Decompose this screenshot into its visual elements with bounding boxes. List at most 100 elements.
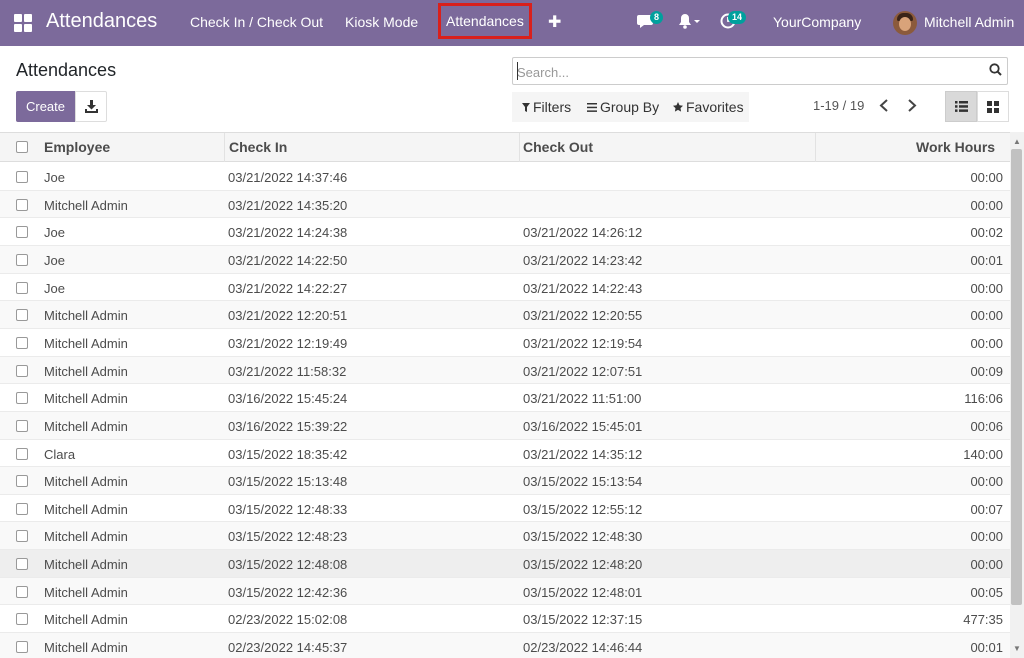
favorites-button[interactable]: Favorites (673, 99, 744, 115)
row-checkbox[interactable] (16, 336, 28, 349)
table-row[interactable]: Mitchell Admin 03/15/2022 12:42:36 03/15/2… (0, 577, 1010, 606)
table-row[interactable]: Joe 03/21/2022 14:22:27 03/21/2022 14:22:4… (0, 274, 1010, 302)
table-row[interactable]: Mitchell Admin 03/21/2022 12:19:49 03/21/2… (0, 329, 1010, 357)
cell-check-out: 03/15/2022 12:48:01 (523, 584, 643, 600)
chevron-left-icon[interactable] (879, 99, 889, 115)
table-row[interactable]: Mitchell Admin 03/15/2022 12:48:33 03/15/2… (0, 495, 1010, 523)
header-employee[interactable]: Employee (44, 139, 110, 155)
row-checkbox[interactable] (16, 198, 28, 211)
cell-check-in: 03/16/2022 15:45:24 (228, 391, 348, 407)
table-row[interactable]: Mitchell Admin 03/16/2022 15:45:24 03/21/2… (0, 384, 1010, 412)
pager-value[interactable]: 1-19 / 19 (813, 98, 864, 113)
activities-badge: 14 (728, 11, 747, 24)
plus-icon[interactable]: ✚ (548, 12, 561, 32)
cell-work-hours: 00:07 (970, 501, 1003, 517)
cell-employee: Mitchell Admin (44, 308, 128, 324)
table-row[interactable]: Joe 03/21/2022 14:22:50 03/21/2022 14:23:4… (0, 245, 1010, 274)
cell-work-hours: 477:35 (963, 612, 1003, 628)
table-row[interactable]: Mitchell Admin 02/23/2022 14:45:37 02/23/2… (0, 633, 1010, 658)
row-checkbox[interactable] (16, 447, 28, 460)
row-checkbox[interactable] (16, 502, 28, 515)
scroll-down-arrow[interactable]: ▼ (1013, 644, 1021, 653)
cell-employee: Mitchell Admin (44, 335, 128, 351)
list-view-icon (955, 101, 968, 112)
row-checkbox[interactable] (16, 641, 28, 654)
table-row[interactable]: Mitchell Admin 03/21/2022 14:35:20 00:00 (0, 190, 1010, 219)
cell-check-in: 03/21/2022 14:22:27 (228, 280, 348, 296)
cell-work-hours: 00:06 (970, 418, 1003, 434)
cell-check-out: 03/21/2022 14:35:12 (523, 446, 643, 462)
group-by-button[interactable]: Group By (587, 99, 659, 115)
row-checkbox[interactable] (16, 613, 28, 626)
search-icon[interactable] (989, 63, 1002, 79)
row-checkbox[interactable] (16, 226, 28, 239)
column-divider[interactable] (224, 133, 225, 162)
list-view-button[interactable] (945, 91, 977, 122)
column-divider[interactable] (519, 133, 520, 162)
table-row[interactable]: Mitchell Admin 03/15/2022 15:13:48 03/15/2… (0, 467, 1010, 495)
row-checkbox[interactable] (16, 475, 28, 488)
table-row[interactable]: Clara 03/15/2022 18:35:42 03/21/2022 14:35… (0, 440, 1010, 468)
search-box[interactable] (512, 57, 1008, 85)
cell-check-out: 03/15/2022 12:37:15 (523, 612, 643, 628)
cell-work-hours: 00:00 (970, 170, 1003, 185)
table-row[interactable]: Joe 03/21/2022 14:37:46 00:00 (0, 163, 1010, 191)
table-row[interactable]: Mitchell Admin 02/23/2022 15:02:08 03/15/2… (0, 605, 1010, 634)
menu-check-in-check-out[interactable]: Check In / Check Out (190, 14, 323, 30)
cell-employee: Joe (44, 280, 65, 296)
user-avatar[interactable] (893, 11, 917, 35)
create-button[interactable]: Create (16, 91, 75, 122)
scrollbar-thumb[interactable] (1011, 149, 1022, 605)
cell-employee: Mitchell Admin (44, 501, 128, 517)
row-checkbox[interactable] (16, 309, 28, 322)
bell-icon[interactable] (678, 13, 700, 32)
row-checkbox[interactable] (16, 392, 28, 405)
apps-menu-icon[interactable] (14, 14, 32, 32)
cell-check-in: 03/21/2022 12:19:49 (228, 335, 348, 351)
header-work-hours[interactable]: Work Hours (916, 139, 995, 155)
messages-badge: 8 (650, 11, 664, 24)
table-row[interactable]: Joe 03/21/2022 14:24:38 03/21/2022 14:26:1… (0, 218, 1010, 246)
row-checkbox[interactable] (16, 530, 28, 543)
select-all-checkbox[interactable] (16, 141, 28, 153)
cell-employee: Joe (44, 252, 65, 268)
cell-check-out: 03/21/2022 14:23:42 (523, 252, 643, 268)
row-checkbox[interactable] (16, 585, 28, 598)
user-menu[interactable]: Mitchell Admin (924, 14, 1014, 30)
company-switcher[interactable]: YourCompany (773, 14, 861, 30)
row-checkbox[interactable] (16, 364, 28, 377)
menu-kiosk-mode[interactable]: Kiosk Mode (345, 14, 418, 30)
cell-employee: Mitchell Admin (44, 584, 128, 600)
star-icon (673, 102, 683, 112)
cell-check-in: 02/23/2022 15:02:08 (228, 612, 348, 628)
header-check-out[interactable]: Check Out (523, 139, 593, 155)
row-checkbox[interactable] (16, 281, 28, 294)
download-button[interactable] (75, 91, 107, 122)
cell-check-in: 03/15/2022 15:13:48 (228, 474, 348, 490)
search-input[interactable] (517, 62, 977, 82)
table-row[interactable]: Mitchell Admin 03/16/2022 15:39:22 03/16/2… (0, 411, 1010, 440)
cell-employee: Mitchell Admin (44, 391, 128, 407)
row-checkbox[interactable] (16, 558, 28, 571)
kanban-view-button[interactable] (977, 91, 1009, 122)
cell-check-in: 03/16/2022 15:39:22 (228, 418, 348, 434)
cell-work-hours: 00:00 (970, 529, 1003, 545)
column-divider[interactable] (815, 133, 816, 162)
filters-button[interactable]: Filters (522, 99, 571, 115)
table-row[interactable]: Mitchell Admin 03/15/2022 12:48:08 03/15/2… (0, 550, 1010, 578)
cell-work-hours: 00:01 (970, 252, 1003, 268)
row-checkbox[interactable] (16, 419, 28, 432)
header-check-in[interactable]: Check In (229, 139, 287, 155)
table-row[interactable]: Mitchell Admin 03/21/2022 12:20:51 03/21/2… (0, 301, 1010, 329)
table-row[interactable]: Mitchell Admin 03/21/2022 11:58:32 03/21/2… (0, 356, 1010, 385)
app-brand[interactable]: Attendances (46, 10, 157, 33)
row-checkbox[interactable] (16, 253, 28, 266)
table-row[interactable]: Mitchell Admin 03/15/2022 12:48:23 03/15/2… (0, 522, 1010, 551)
row-checkbox[interactable] (16, 171, 28, 183)
scroll-up-arrow[interactable]: ▲ (1013, 137, 1021, 146)
cell-employee: Mitchell Admin (44, 612, 128, 628)
chevron-right-icon[interactable] (907, 99, 917, 115)
cell-work-hours: 00:00 (970, 557, 1003, 573)
page-title: Attendances (16, 60, 117, 80)
menu-attendances[interactable]: Attendances (438, 3, 532, 39)
